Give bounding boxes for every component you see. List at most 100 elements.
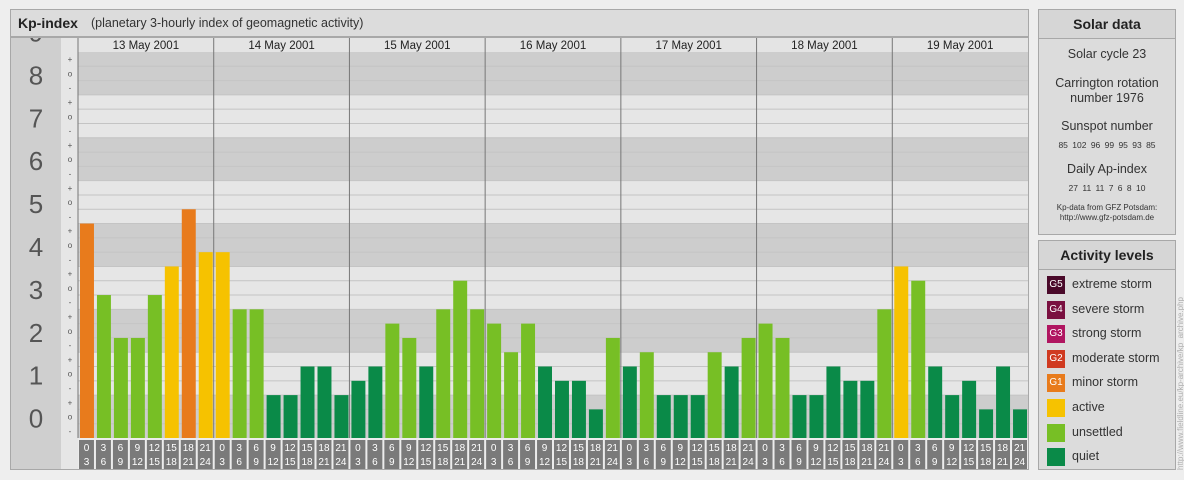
subscale-label: - [69, 84, 72, 93]
interval-start-label: 9 [677, 443, 683, 454]
y-tick-label: 4 [29, 232, 43, 262]
interval-end-label: 3 [762, 457, 768, 468]
legend-label: extreme storm [1072, 277, 1152, 291]
subscale-label: o [68, 241, 73, 250]
subscale-label: o [68, 327, 73, 336]
kp-bar [317, 366, 332, 438]
interval-end-label: 18 [301, 457, 313, 468]
carrington-rotation: Carrington rotation number 1976 [1039, 76, 1175, 106]
interval-start-label: 18 [318, 443, 330, 454]
carrington-line-2: number 1976 [1070, 91, 1144, 105]
kp-bar [266, 395, 281, 438]
interval-end-label: 18 [573, 457, 585, 468]
interval-start-label: 9 [542, 443, 548, 454]
interval-end-label: 12 [946, 457, 958, 468]
interval-end-label: 9 [932, 457, 938, 468]
kp-bar [215, 252, 230, 438]
solar-data-panel: Solar data Solar cycle 23 Carrington rot… [1038, 9, 1176, 235]
subscale-label: o [68, 413, 73, 422]
interval-start-label: 0 [355, 443, 361, 454]
kp-bar [538, 366, 552, 438]
legend-label: active [1072, 400, 1105, 414]
legend-swatch [1047, 423, 1065, 442]
interval-end-label: 21 [454, 457, 466, 468]
interval-end-label: 18 [166, 457, 178, 468]
legend-swatch: G5 [1047, 276, 1065, 294]
kp-bar [588, 409, 603, 438]
kp-bar [741, 337, 756, 438]
kp-bar [181, 209, 196, 438]
legend-label: unsettled [1072, 424, 1123, 439]
interval-start-label: 0 [762, 443, 768, 454]
interval-start-label: 15 [573, 443, 585, 454]
interval-end-label: 24 [471, 457, 483, 468]
kp-bar [843, 380, 858, 438]
interval-start-label: 6 [525, 443, 531, 454]
interval-end-label: 6 [644, 457, 650, 468]
interval-end-label: 9 [253, 457, 259, 468]
legend-label: strong storm [1072, 326, 1142, 341]
y-tick-label: 1 [29, 361, 43, 391]
kp-bar [758, 323, 773, 438]
interval-start-label: 15 [844, 443, 856, 454]
legend-swatch [1047, 448, 1065, 467]
kp-bar [113, 337, 128, 438]
interval-end-label: 24 [607, 457, 619, 468]
kp-bar [979, 409, 994, 438]
level-band [11, 137, 1028, 181]
day-label: 14 May 2001 [248, 40, 315, 52]
kp-chart: 0123456789+o-+o-+o-+o-+o-+o-+o-+o-+o-13 … [11, 18, 1028, 469]
legend-swatch [1047, 399, 1065, 417]
interval-end-label: 12 [268, 457, 280, 468]
y-tick-label: 2 [29, 318, 43, 348]
interval-start-label: 6 [932, 443, 938, 454]
subscale-label: o [68, 284, 73, 293]
legend-swatch: G1 [1047, 374, 1065, 393]
y-tick-label: 6 [29, 146, 43, 176]
interval-end-label: 3 [219, 457, 225, 468]
interval-start-label: 18 [997, 443, 1009, 454]
day-label: 19 May 2001 [927, 40, 994, 52]
level-band [11, 309, 1028, 353]
interval-start-label: 3 [915, 443, 921, 454]
subscale-label: - [69, 255, 72, 264]
subscale-label: o [68, 198, 73, 207]
subscale-label: + [68, 227, 73, 236]
kp-bar [962, 380, 977, 438]
subscale-label: + [68, 270, 73, 279]
kp-bar [249, 309, 264, 438]
interval-start-label: 6 [796, 443, 802, 454]
interval-end-label: 3 [491, 457, 497, 468]
interval-end-label: 24 [743, 457, 755, 468]
interval-end-label: 21 [726, 457, 738, 468]
legend-label: minor storm [1072, 375, 1138, 390]
interval-start-label: 3 [372, 443, 378, 454]
subscale-label: - [69, 212, 72, 221]
watermark: http://www.fieldline.eu/kp-archive/kp_ar… [1176, 297, 1184, 470]
interval-start-label: 0 [491, 443, 497, 454]
interval-end-label: 21 [861, 457, 873, 468]
subscale-label: + [68, 184, 73, 193]
interval-start-label: 21 [878, 443, 890, 454]
subscale-label: + [68, 355, 73, 364]
interval-start-label: 15 [166, 443, 178, 454]
sunspot-numbers: 85 102 96 99 95 93 85 [1058, 140, 1156, 150]
y-tick-label: 0 [29, 404, 43, 434]
interval-start-label: 21 [743, 443, 755, 454]
interval-start-label: 3 [236, 443, 242, 454]
kp-bar [96, 295, 111, 438]
kp-bar [792, 395, 807, 438]
interval-start-label: 12 [963, 443, 975, 454]
interval-end-label: 15 [556, 457, 568, 468]
interval-start-label: 6 [660, 443, 666, 454]
interval-end-label: 6 [508, 457, 514, 468]
interval-start-label: 12 [149, 443, 161, 454]
interval-end-label: 15 [963, 457, 975, 468]
interval-end-label: 9 [389, 457, 395, 468]
day-label: 18 May 2001 [791, 40, 858, 52]
interval-start-label: 18 [454, 443, 466, 454]
interval-start-label: 18 [726, 443, 738, 454]
interval-start-label: 3 [644, 443, 650, 454]
interval-end-label: 9 [660, 457, 666, 468]
y-tick-label: 8 [29, 60, 43, 90]
